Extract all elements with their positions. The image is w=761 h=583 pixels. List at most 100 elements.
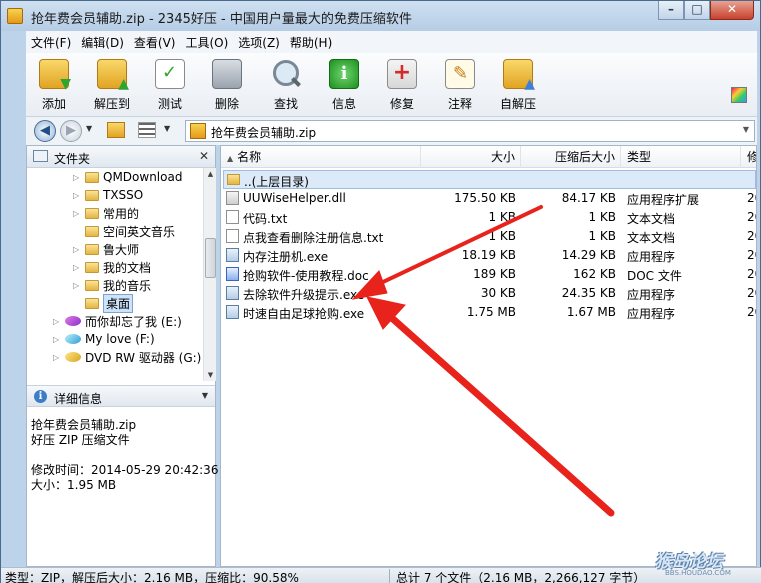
menu-file[interactable]: 文件(F): [26, 34, 76, 51]
add-button[interactable]: 添加: [26, 59, 82, 112]
add-label: 添加: [41, 97, 66, 111]
expand-arrow-icon[interactable]: ▷: [73, 191, 83, 200]
menu-edit[interactable]: 编辑(D): [76, 34, 129, 51]
scroll-thumb[interactable]: [205, 238, 216, 278]
folder-icon: [85, 243, 99, 255]
file-size: 1 KB: [488, 210, 516, 224]
menu-bar: 文件(F) 编辑(D) 查看(V) 工具(O) 选项(Z) 帮助(H): [26, 31, 757, 53]
file-packed-size: 1.67 MB: [566, 305, 616, 319]
address-path: 抢年费会员辅助.zip: [211, 126, 317, 140]
dvd-drive-icon: [65, 352, 81, 362]
expand-arrow-icon[interactable]: ▷: [53, 353, 63, 362]
close-button[interactable]: ✕: [710, 1, 754, 20]
expand-arrow-icon[interactable]: ▷: [73, 281, 83, 290]
details-body: 抢年费会员辅助.zip 好压 ZIP 压缩文件 修改时间：2014-05-29 …: [31, 418, 218, 493]
file-modified: 20: [747, 210, 756, 224]
tree-item-label: 常用的: [103, 206, 140, 221]
tree-item-drive-e[interactable]: ▷ 而你却忘了我 (E:): [53, 312, 182, 330]
menu-options[interactable]: 选项(Z): [233, 34, 285, 51]
drive-e-icon: [65, 316, 81, 326]
parent-directory-row[interactable]: ..(上层目录): [223, 170, 756, 189]
file-packed-size: 14.29 KB: [561, 248, 616, 262]
desktop-folder-icon: [85, 297, 99, 309]
file-modified: 20: [747, 286, 756, 300]
tree-item-common[interactable]: ▷ 常用的: [73, 204, 139, 222]
tree-item-label: TXSSO: [103, 188, 144, 202]
folder-up-icon[interactable]: [107, 122, 125, 138]
expand-arrow-icon[interactable]: ▷: [53, 335, 63, 344]
tree-item-label: 我的文档: [103, 260, 152, 275]
tree-item-qmdownload[interactable]: ▷ QMDownload: [73, 168, 182, 186]
tree-item-ludashi[interactable]: ▷ 鲁大师: [73, 240, 139, 258]
tree-item-my-documents[interactable]: ▷ 我的文档: [73, 258, 151, 276]
tree-item-drive-g[interactable]: ▷ DVD RW 驱动器 (G:): [53, 348, 201, 366]
column-packed-size[interactable]: 压缩后大小: [521, 146, 621, 168]
test-label: 测试: [157, 97, 182, 111]
collapse-chevron-icon[interactable]: ▼: [202, 391, 208, 400]
info-button[interactable]: 信息: [316, 59, 372, 112]
extract-to-button[interactable]: 解压到: [84, 59, 140, 112]
file-type: DOC 文件: [627, 269, 682, 283]
details-spacer: [31, 448, 218, 463]
scroll-down-icon[interactable]: ▼: [204, 371, 217, 379]
tree-item-my-music[interactable]: ▷ 我的音乐: [73, 276, 151, 294]
history-dropdown-icon[interactable]: ▼: [86, 124, 92, 133]
tree-item-music-space[interactable]: 空间英文音乐: [73, 222, 175, 240]
view-mode-icon[interactable]: [138, 122, 156, 138]
scroll-up-icon[interactable]: ▲: [204, 170, 217, 178]
back-button[interactable]: ◀: [34, 120, 56, 142]
sfx-button[interactable]: 自解压: [490, 59, 546, 112]
address-dropdown-icon[interactable]: ▼: [743, 125, 749, 134]
tree-item-txsso[interactable]: ▷ TXSSO: [73, 186, 143, 204]
tree-scrollbar[interactable]: ▲ ▼: [203, 168, 216, 381]
address-input[interactable]: 抢年费会员辅助.zip ▼: [185, 120, 755, 142]
view-dropdown-icon[interactable]: ▼: [164, 124, 170, 133]
status-bar: 类型：ZIP，解压后大小：2.16 MB，压缩比：90.58% 总计 7 个文件…: [1, 567, 761, 583]
exe-file-icon: [226, 286, 239, 300]
expand-arrow-icon[interactable]: ▷: [53, 317, 63, 326]
file-modified: 20: [747, 248, 756, 262]
delete-button[interactable]: 删除: [199, 59, 255, 112]
details-pane-header[interactable]: i 详细信息 ▼: [27, 385, 215, 407]
file-type: 应用程序扩展: [627, 193, 700, 207]
folder-pane-close-icon[interactable]: ✕: [199, 149, 209, 163]
find-icon: [271, 59, 301, 89]
expand-arrow-icon[interactable]: ▷: [73, 173, 83, 182]
column-modified[interactable]: 修: [741, 146, 756, 168]
comment-label: 注释: [447, 97, 472, 111]
repair-button[interactable]: 修复: [374, 59, 430, 112]
tree-item-label: 空间英文音乐: [103, 224, 176, 239]
menu-tools[interactable]: 工具(O): [180, 34, 233, 51]
details-info-icon: i: [34, 390, 47, 403]
comment-button[interactable]: 注释: [432, 59, 488, 112]
drive-f-icon: [65, 334, 81, 344]
file-size: 30 KB: [480, 286, 516, 300]
tree-item-drive-f[interactable]: ▷ My love (F:): [53, 330, 155, 348]
skin-button[interactable]: [731, 87, 747, 103]
minimize-button[interactable]: –: [658, 1, 684, 20]
exe-file-icon: [226, 248, 239, 262]
expand-arrow-icon[interactable]: ▷: [73, 209, 83, 218]
tree-item-desktop[interactable]: 桌面: [73, 293, 134, 313]
file-size: 18.19 KB: [461, 248, 516, 262]
file-size: 175.50 KB: [454, 191, 516, 205]
maximize-button[interactable]: □: [684, 1, 710, 20]
left-panel: 文件夹 ✕ ▷ QMDownload ▷ TXSSO ▷ 常用的 空间英文音乐 ▷ 鲁大…: [26, 145, 218, 567]
expand-arrow-icon[interactable]: ▷: [73, 263, 83, 272]
test-button[interactable]: 测试: [142, 59, 198, 112]
app-icon: [7, 8, 23, 24]
column-type[interactable]: 类型: [621, 146, 741, 168]
file-name: UUWiseHelper.dll: [243, 191, 346, 205]
forward-button[interactable]: ▶: [60, 120, 82, 142]
title-bar[interactable]: 抢年费会员辅助.zip - 2345好压 - 中国用户量最大的免费压缩软件 – …: [1, 1, 760, 31]
close-icon: ✕: [726, 2, 738, 16]
file-name: 内存注册机.exe: [243, 250, 329, 264]
column-size[interactable]: 大小: [421, 146, 521, 168]
find-button[interactable]: 查找: [258, 59, 314, 112]
menu-help[interactable]: 帮助(H): [285, 34, 337, 51]
menu-view[interactable]: 查看(V): [129, 34, 181, 51]
file-packed-size: 162 KB: [573, 267, 616, 281]
column-name[interactable]: ▲ 名称: [221, 146, 421, 168]
expand-arrow-icon[interactable]: ▷: [73, 245, 83, 254]
details-filetype: 好压 ZIP 压缩文件: [31, 433, 130, 447]
